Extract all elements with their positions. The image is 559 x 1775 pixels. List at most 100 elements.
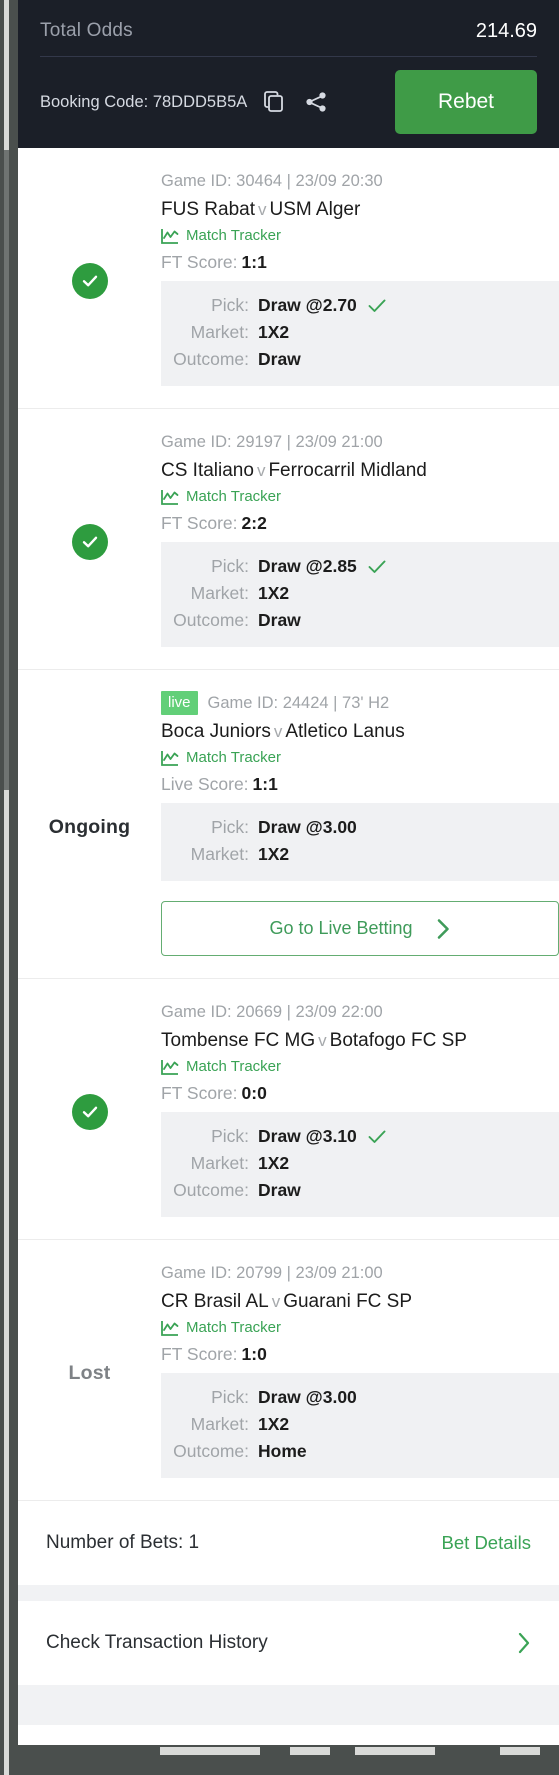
home-team: Tombense FC MG [161,1030,316,1051]
outcome-row: Outcome: Draw [161,607,559,634]
match-tracker-label: Match Tracker [186,227,282,244]
bet-card: Game ID: 30464 | 23/09 20:30 FUS Rabat v US… [18,148,559,409]
chevron-right-icon [517,1631,531,1655]
scrollbar-thumb[interactable] [4,150,9,790]
market-value: 1X2 [258,844,290,864]
footer-divider [18,1585,559,1601]
outcome-row: Outcome: Draw [161,346,559,373]
score-label: FT Score: [161,1344,238,1364]
market-key: Market: [190,322,249,342]
pick-box: Pick: Draw @3.00 Market: 1X2 Outcome: Home [161,1373,559,1478]
market-row: Market: 1X2 [161,1411,559,1438]
market-row: Market: 1X2 [161,580,559,607]
go-to-live-betting-label: Go to Live Betting [269,918,413,938]
outcome-key: Outcome: [173,1180,249,1200]
match-teams: Tombense FC MG v Botafogo FC SP [161,1030,559,1052]
pick-box: Pick: Draw @2.70 Market: 1X2 Outcome: Draw [161,281,559,386]
away-team: Ferrocarril Midland [268,460,427,481]
bet-summary-header: Total Odds 214.69 Booking Code: 78DDD5B5… [18,0,559,148]
chart-line-icon [161,1320,186,1336]
bet-details: Game ID: 29197 | 23/09 21:00 CS Italiano v… [161,431,559,647]
chart-line-icon [161,750,186,766]
match-tracker-link[interactable]: Match Tracker [161,227,281,244]
match-tracker-link[interactable]: Match Tracker [161,1058,281,1075]
pick-won-check-icon [368,560,386,574]
go-to-live-betting-button[interactable]: Go to Live Betting [161,901,559,956]
score-line: FT Score: 1:1 [161,252,559,273]
score-value: 1:0 [241,1344,267,1364]
score-value: 1:1 [241,252,267,272]
match-tracker-label: Match Tracker [186,488,282,505]
window-edge [12,0,18,1775]
bet-list: Game ID: 30464 | 23/09 20:30 FUS Rabat v US… [18,148,559,1501]
score-value: 1:1 [252,774,278,794]
market-value: 1X2 [258,1153,290,1173]
pick-value: Draw @3.00 [258,1387,357,1407]
match-tracker-link[interactable]: Match Tracker [161,1319,281,1336]
status-won-icon [71,263,108,299]
bet-card: Lost Game ID: 20799 | 23/09 21:00 CR Brasi… [18,1240,559,1501]
match-tracker-link[interactable]: Match Tracker [161,749,281,766]
number-of-bets-label: Number of Bets: 1 [46,1532,200,1553]
pick-value: Draw @2.85 [258,556,357,576]
bet-status: Lost [18,1262,161,1478]
outcome-value: Home [258,1441,307,1461]
window-scrollbar[interactable] [0,0,18,1775]
pick-key: Pick: [211,1387,249,1407]
pick-key: Pick: [211,1126,249,1146]
pick-row: Pick: Draw @3.00 [161,814,559,841]
bet-details: Game ID: 30464 | 23/09 20:30 FUS Rabat v US… [161,170,559,386]
copy-icon[interactable] [259,87,289,117]
chart-line-icon [161,1059,186,1075]
browser-bottom-bar [0,1745,559,1775]
live-badge: live [161,691,198,715]
away-team: Guarani FC SP [283,1291,413,1312]
bet-details-link[interactable]: Bet Details [442,1532,531,1554]
pick-row: Pick: Draw @2.70 [161,292,559,319]
page-content: Total Odds 214.69 Booking Code: 78DDD5B5… [18,0,559,1775]
game-id-text: Game ID: 20669 | 23/09 22:00 [161,1002,383,1021]
pick-row: Pick: Draw @3.10 [161,1123,559,1150]
pick-value: Draw @3.00 [258,817,357,837]
match-teams: CR Brasil AL v Guarani FC SP [161,1291,559,1313]
market-value: 1X2 [258,583,290,603]
versus-separator: v [271,1292,281,1311]
home-team: CS Italiano [161,460,254,481]
away-team: Botafogo FC SP [329,1030,467,1051]
pick-won-check-icon [368,1130,386,1144]
game-id-text: Game ID: 20799 | 23/09 21:00 [161,1263,383,1282]
match-tracker-link[interactable]: Match Tracker [161,488,281,505]
share-icon[interactable] [301,87,331,117]
market-key: Market: [190,1153,249,1173]
outcome-value: Draw [258,610,301,630]
home-team: Boca Juniors [161,721,271,742]
pick-box: Pick: Draw @2.85 Market: 1X2 Outcome: Draw [161,542,559,647]
outcome-key: Outcome: [173,349,249,369]
pick-value: Draw @3.10 [258,1126,357,1146]
bet-card: Ongoing live Game ID: 24424 | 73' H2 Boca J… [18,670,559,979]
score-line: FT Score: 1:0 [161,1344,559,1365]
score-value: 0:0 [241,1083,267,1103]
game-meta-line: Game ID: 29197 | 23/09 21:00 [161,431,559,453]
pick-box: Pick: Draw @3.10 Market: 1X2 Outcome: Draw [161,1112,559,1217]
market-key: Market: [190,1414,249,1434]
versus-separator: v [273,722,283,741]
rebet-button[interactable]: Rebet [395,70,537,134]
match-teams: Boca Juniors v Atletico Lanus [161,721,559,743]
pick-row: Pick: Draw @2.85 [161,553,559,580]
market-row: Market: 1X2 [161,841,559,868]
game-meta-line: Game ID: 20669 | 23/09 22:00 [161,1001,559,1023]
transaction-history-label: Check Transaction History [46,1632,268,1653]
bet-details: live Game ID: 24424 | 73' H2 Boca Juniors v… [161,691,559,956]
total-odds-value: 214.69 [475,19,537,42]
bet-details: Game ID: 20669 | 23/09 22:00 Tombense FC … [161,1001,559,1217]
home-team: CR Brasil AL [161,1291,269,1312]
pick-key: Pick: [211,295,249,315]
versus-separator: v [256,461,266,480]
bottom-bar-segment [500,1747,540,1755]
status-label: Lost [68,1361,111,1384]
game-id-text: Game ID: 30464 | 23/09 20:30 [161,171,383,190]
transaction-history-row[interactable]: Check Transaction History [18,1601,559,1685]
bet-history-screen: Total Odds 214.69 Booking Code: 78DDD5B5… [0,0,559,1775]
market-key: Market: [190,583,249,603]
